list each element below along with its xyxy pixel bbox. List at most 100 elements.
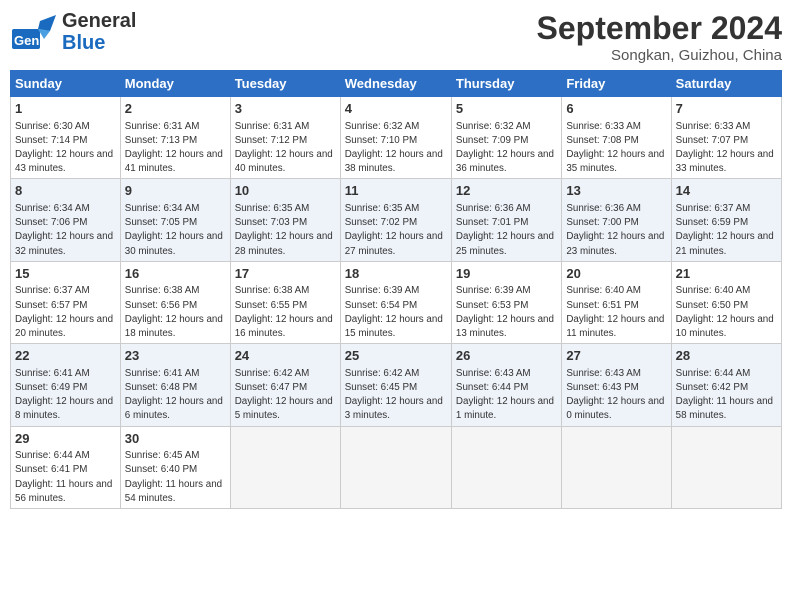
day-number: 11 (345, 182, 447, 200)
day-number: 26 (456, 347, 557, 365)
day-number: 5 (456, 100, 557, 118)
calendar-cell: 23 Sunrise: 6:41 AMSunset: 6:48 PMDayligh… (120, 344, 230, 426)
calendar-cell: 18 Sunrise: 6:39 AMSunset: 6:54 PMDayligh… (340, 261, 451, 343)
header-monday: Monday (120, 71, 230, 97)
day-info: Sunrise: 6:41 AMSunset: 6:48 PMDaylight:… (125, 368, 223, 422)
calendar-cell: 10 Sunrise: 6:35 AMSunset: 7:03 PMDayligh… (230, 179, 340, 261)
calendar-cell (451, 426, 561, 508)
calendar-cell: 26 Sunrise: 6:43 AMSunset: 6:44 PMDayligh… (451, 344, 561, 426)
calendar-cell: 28 Sunrise: 6:44 AMSunset: 6:42 PMDayligh… (671, 344, 781, 426)
day-info: Sunrise: 6:38 AMSunset: 6:55 PMDaylight:… (235, 285, 333, 339)
calendar-cell: 12 Sunrise: 6:36 AMSunset: 7:01 PMDayligh… (451, 179, 561, 261)
calendar-week-row: 1 Sunrise: 6:30 AMSunset: 7:14 PMDaylight… (11, 97, 782, 179)
day-info: Sunrise: 6:45 AMSunset: 6:40 PMDaylight:… (125, 450, 222, 504)
header-tuesday: Tuesday (230, 71, 340, 97)
logo-general: General (62, 10, 136, 32)
page-header: Gen General Blue September 2024 Songkan,… (10, 10, 782, 64)
day-number: 21 (676, 265, 777, 283)
month-year: September 2024 (537, 10, 782, 47)
calendar-cell: 7 Sunrise: 6:33 AMSunset: 7:07 PMDaylight… (671, 97, 781, 179)
day-info: Sunrise: 6:37 AMSunset: 6:59 PMDaylight:… (676, 203, 774, 257)
day-info: Sunrise: 6:40 AMSunset: 6:50 PMDaylight:… (676, 285, 774, 339)
day-info: Sunrise: 6:34 AMSunset: 7:06 PMDaylight:… (15, 203, 113, 257)
day-number: 27 (566, 347, 666, 365)
calendar-cell: 4 Sunrise: 6:32 AMSunset: 7:10 PMDaylight… (340, 97, 451, 179)
day-number: 16 (125, 265, 226, 283)
day-info: Sunrise: 6:42 AMSunset: 6:45 PMDaylight:… (345, 368, 443, 422)
calendar-cell: 25Sunrise: 6:42 AMSunset: 6:45 PMDayligh… (340, 344, 451, 426)
day-number: 17 (235, 265, 336, 283)
day-info: Sunrise: 6:43 AMSunset: 6:44 PMDaylight:… (456, 368, 554, 422)
header-saturday: Saturday (671, 71, 781, 97)
day-number: 4 (345, 100, 447, 118)
day-number: 29 (15, 430, 116, 448)
day-number: 1 (15, 100, 116, 118)
day-number: 23 (125, 347, 226, 365)
day-number: 28 (676, 347, 777, 365)
day-info: Sunrise: 6:38 AMSunset: 6:56 PMDaylight:… (125, 285, 223, 339)
day-number: 2 (125, 100, 226, 118)
calendar-cell: 15 Sunrise: 6:37 AMSunset: 6:57 PMDayligh… (11, 261, 121, 343)
day-info: Sunrise: 6:30 AMSunset: 7:14 PMDaylight:… (15, 121, 113, 175)
day-number: 18 (345, 265, 447, 283)
calendar-cell (230, 426, 340, 508)
calendar-table: Sunday Monday Tuesday Wednesday Thursday… (10, 70, 782, 509)
day-number: 22 (15, 347, 116, 365)
calendar-cell: 3Sunrise: 6:31 AMSunset: 7:12 PMDaylight… (230, 97, 340, 179)
day-number: 30 (125, 430, 226, 448)
calendar-cell: 8 Sunrise: 6:34 AMSunset: 7:06 PMDaylight… (11, 179, 121, 261)
calendar-header-row: Sunday Monday Tuesday Wednesday Thursday… (11, 71, 782, 97)
day-info: Sunrise: 6:39 AMSunset: 6:53 PMDaylight:… (456, 285, 554, 339)
calendar-week-row: 29Sunrise: 6:44 AMSunset: 6:41 PMDayligh… (11, 426, 782, 508)
day-info: Sunrise: 6:36 AMSunset: 7:00 PMDaylight:… (566, 203, 664, 257)
day-info: Sunrise: 6:42 AMSunset: 6:47 PMDaylight:… (235, 368, 333, 422)
day-number: 3 (235, 100, 336, 118)
day-info: Sunrise: 6:33 AMSunset: 7:07 PMDaylight:… (676, 121, 774, 175)
day-number: 19 (456, 265, 557, 283)
calendar-week-row: 15 Sunrise: 6:37 AMSunset: 6:57 PMDayligh… (11, 261, 782, 343)
logo-blue: Blue (62, 32, 136, 54)
calendar-cell: 1 Sunrise: 6:30 AMSunset: 7:14 PMDaylight… (11, 97, 121, 179)
calendar-cell: 6 Sunrise: 6:33 AMSunset: 7:08 PMDaylight… (562, 97, 671, 179)
day-info: Sunrise: 6:32 AMSunset: 7:10 PMDaylight:… (345, 121, 443, 175)
day-info: Sunrise: 6:35 AMSunset: 7:03 PMDaylight:… (235, 203, 333, 257)
day-info: Sunrise: 6:36 AMSunset: 7:01 PMDaylight:… (456, 203, 554, 257)
calendar-cell: 16 Sunrise: 6:38 AMSunset: 6:56 PMDayligh… (120, 261, 230, 343)
header-friday: Friday (562, 71, 671, 97)
day-info: Sunrise: 6:39 AMSunset: 6:54 PMDaylight:… (345, 285, 443, 339)
day-info: Sunrise: 6:35 AMSunset: 7:02 PMDaylight:… (345, 203, 443, 257)
calendar-cell: 29Sunrise: 6:44 AMSunset: 6:41 PMDayligh… (11, 426, 121, 508)
calendar-cell: 11 Sunrise: 6:35 AMSunset: 7:02 PMDayligh… (340, 179, 451, 261)
calendar-cell (340, 426, 451, 508)
day-info: Sunrise: 6:31 AMSunset: 7:13 PMDaylight:… (125, 121, 223, 175)
calendar-cell (671, 426, 781, 508)
calendar-cell: 27Sunrise: 6:43 AMSunset: 6:43 PMDayligh… (562, 344, 671, 426)
calendar-cell: 2 Sunrise: 6:31 AMSunset: 7:13 PMDaylight… (120, 97, 230, 179)
svg-text:Gen: Gen (14, 33, 39, 48)
header-thursday: Thursday (451, 71, 561, 97)
calendar-cell (562, 426, 671, 508)
day-number: 20 (566, 265, 666, 283)
calendar-cell: 19 Sunrise: 6:39 AMSunset: 6:53 PMDayligh… (451, 261, 561, 343)
day-number: 14 (676, 182, 777, 200)
day-number: 12 (456, 182, 557, 200)
day-info: Sunrise: 6:40 AMSunset: 6:51 PMDaylight:… (566, 285, 664, 339)
day-info: Sunrise: 6:44 AMSunset: 6:42 PMDaylight:… (676, 368, 773, 422)
day-number: 24 (235, 347, 336, 365)
logo: Gen General Blue (10, 10, 136, 54)
day-info: Sunrise: 6:33 AMSunset: 7:08 PMDaylight:… (566, 121, 664, 175)
calendar-week-row: 8 Sunrise: 6:34 AMSunset: 7:06 PMDaylight… (11, 179, 782, 261)
calendar-cell: 13Sunrise: 6:36 AMSunset: 7:00 PMDayligh… (562, 179, 671, 261)
day-number: 9 (125, 182, 226, 200)
day-number: 15 (15, 265, 116, 283)
day-info: Sunrise: 6:37 AMSunset: 6:57 PMDaylight:… (15, 285, 113, 339)
day-number: 7 (676, 100, 777, 118)
day-info: Sunrise: 6:32 AMSunset: 7:09 PMDaylight:… (456, 121, 554, 175)
day-number: 6 (566, 100, 666, 118)
calendar-cell: 24 Sunrise: 6:42 AMSunset: 6:47 PMDayligh… (230, 344, 340, 426)
day-number: 10 (235, 182, 336, 200)
calendar-cell: 17 Sunrise: 6:38 AMSunset: 6:55 PMDayligh… (230, 261, 340, 343)
calendar-cell: 9Sunrise: 6:34 AMSunset: 7:05 PMDaylight… (120, 179, 230, 261)
day-number: 8 (15, 182, 116, 200)
calendar-title: September 2024 Songkan, Guizhou, China (537, 10, 782, 64)
